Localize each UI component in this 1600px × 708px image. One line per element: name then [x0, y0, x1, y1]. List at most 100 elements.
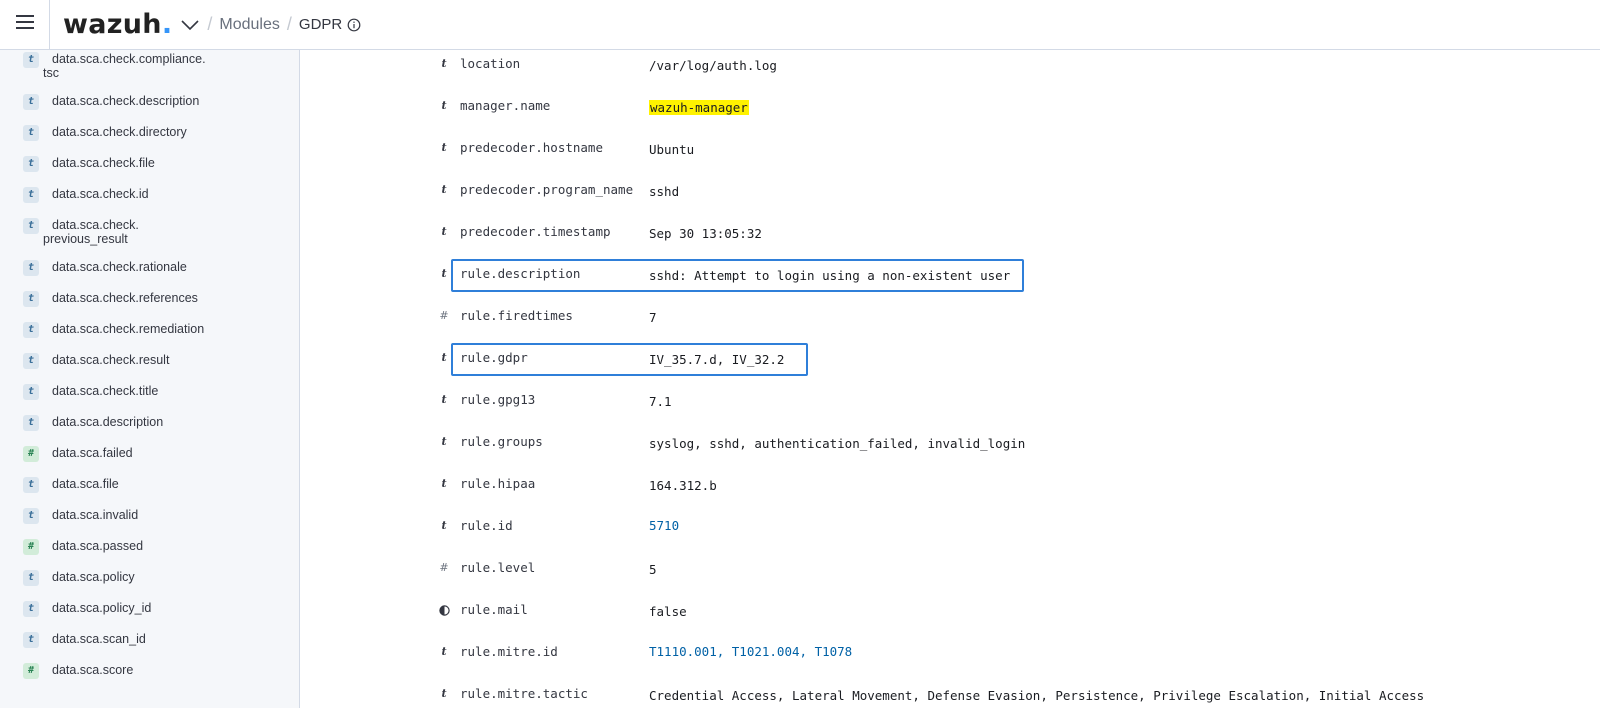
breadcrumb-separator: /: [286, 14, 292, 34]
sidebar-field-item[interactable]: t data.sca.description: [0, 415, 299, 443]
highlight-box: [451, 259, 1024, 292]
info-icon[interactable]: [347, 18, 361, 32]
breadcrumb-modules[interactable]: Modules: [219, 16, 279, 34]
sidebar-field-label: data.sca.check.file: [52, 156, 155, 170]
field-value: false: [649, 604, 687, 619]
breadcrumb-current: GDPR: [298, 16, 343, 33]
field-value: sshd: [649, 184, 680, 199]
sidebar-field-label: data.sca.check.rationale: [52, 260, 187, 274]
field-name: rule.firedtimes: [460, 308, 573, 323]
sidebar-field-item[interactable]: t data.sca.check.result: [0, 353, 299, 381]
string-field-icon: t: [23, 291, 39, 307]
sidebar-field-label: data.sca.policy: [52, 570, 135, 584]
field-row: t predecoder.program_name sshd: [300, 182, 1600, 204]
string-field-icon: t: [23, 632, 39, 648]
field-row: rule.mail false: [300, 602, 1600, 624]
string-field-icon: t: [23, 415, 39, 431]
field-name: rule.id: [460, 518, 513, 533]
sidebar-field-item[interactable]: t data.sca.check.compliance. tsc: [0, 52, 299, 92]
sidebar-field-item[interactable]: t data.sca.check.description: [0, 94, 299, 122]
sidebar-field-item[interactable]: t data.sca.check.id: [0, 187, 299, 215]
field-name: predecoder.program_name: [460, 182, 634, 197]
sidebar-field-item[interactable]: t data.sca.check. previous_result: [0, 218, 299, 258]
field-row: # rule.firedtimes 7: [300, 308, 1600, 330]
boolean-type-icon: [437, 603, 451, 619]
field-value: 7: [649, 310, 657, 325]
sidebar-field-item[interactable]: t data.sca.policy: [0, 570, 299, 598]
number-type-icon: #: [439, 561, 449, 574]
string-type-icon: t: [441, 477, 447, 490]
string-field-icon: t: [23, 570, 39, 586]
sidebar-field-item[interactable]: t data.sca.check.references: [0, 291, 299, 319]
string-field-icon: t: [23, 508, 39, 524]
field-value: 7.1: [649, 394, 672, 409]
string-type-icon: t: [441, 225, 447, 238]
sidebar-field-item[interactable]: # data.sca.failed: [0, 446, 299, 474]
number-field-icon: #: [23, 539, 39, 555]
string-type-icon: t: [441, 435, 447, 448]
field-name: predecoder.hostname: [460, 140, 603, 155]
field-row: t predecoder.timestamp Sep 30 13:05:32: [300, 224, 1600, 246]
field-list-sidebar: t data.sca.check.compliance. tsc t data.sca.…: [0, 50, 300, 708]
scrollbar[interactable]: [1593, 50, 1600, 708]
string-field-icon: t: [23, 260, 39, 276]
field-name: rule.mitre.tactic: [460, 686, 588, 701]
sidebar-field-label: data.sca.failed: [52, 446, 133, 460]
field-value: Ubuntu: [649, 142, 695, 157]
string-type-icon: t: [441, 57, 447, 70]
field-value: Sep 30 13:05:32: [649, 226, 762, 241]
string-type-icon: t: [441, 519, 447, 532]
string-field-icon: t: [23, 601, 39, 617]
sidebar-field-item[interactable]: t data.sca.check.remediation: [0, 322, 299, 350]
string-type-icon: t: [441, 183, 447, 196]
sidebar-field-item[interactable]: t data.sca.check.file: [0, 156, 299, 184]
sidebar-field-item[interactable]: t data.sca.policy_id: [0, 601, 299, 629]
sidebar-field-item[interactable]: # data.sca.passed: [0, 539, 299, 567]
menu-button[interactable]: [0, 0, 50, 49]
sidebar-field-item[interactable]: t data.sca.scan_id: [0, 632, 299, 660]
field-value-link[interactable]: T1110.001, T1021.004, T1078: [649, 644, 852, 659]
field-name: manager.name: [460, 98, 551, 113]
field-name: rule.level: [460, 560, 536, 575]
sidebar-field-item[interactable]: t data.sca.check.title: [0, 384, 299, 412]
sidebar-field-label-cont: tsc: [43, 66, 59, 80]
hamburger-icon: [15, 15, 34, 34]
field-row: t rule.hipaa 164.312.b: [300, 476, 1600, 498]
field-row: t location/var/log/auth.log: [300, 56, 1600, 78]
field-name: rule.groups: [460, 434, 543, 449]
field-value: syslog, sshd, authentication_failed, inv…: [649, 436, 1026, 451]
sidebar-field-label: data.sca.check.: [52, 218, 139, 232]
string-type-icon: t: [441, 393, 447, 406]
field-name: rule.gpg13: [460, 392, 536, 407]
sidebar-field-label: data.sca.check.title: [52, 384, 159, 398]
sidebar-field-label-cont: previous_result: [43, 232, 128, 246]
sidebar-field-label: data.sca.description: [52, 415, 164, 429]
top-header: wazuh. / Modules / GDPR: [0, 0, 1600, 50]
sidebar-field-item[interactable]: t data.sca.check.directory: [0, 125, 299, 153]
field-row: # rule.level 5: [300, 560, 1600, 582]
field-row: t manager.name wazuh-manager: [300, 98, 1600, 120]
string-field-icon: t: [23, 353, 39, 369]
sidebar-field-label: data.sca.scan_id: [52, 632, 146, 646]
sidebar-field-item[interactable]: # data.sca.score: [0, 663, 299, 691]
string-field-icon: t: [23, 384, 39, 400]
field-value: Credential Access, Lateral Movement, Def…: [649, 688, 1425, 703]
sidebar-field-label: data.sca.check.description: [52, 94, 200, 108]
field-name: rule.mail: [460, 602, 528, 617]
string-field-icon: t: [23, 52, 39, 68]
sidebar-field-label: data.sca.check.compliance.: [52, 52, 206, 66]
sidebar-field-label: data.sca.score: [52, 663, 134, 677]
sidebar-field-item[interactable]: t data.sca.check.rationale: [0, 260, 299, 288]
sidebar-field-label: data.sca.check.directory: [52, 125, 187, 139]
highlight-box: [451, 343, 808, 376]
field-value-link[interactable]: 5710: [649, 518, 679, 533]
wazuh-logo[interactable]: wazuh.: [63, 9, 172, 40]
string-type-icon: t: [441, 645, 447, 658]
field-row: t rule.groups syslog, sshd, authentication…: [300, 434, 1600, 456]
breadcrumb-separator: /: [207, 14, 213, 34]
sidebar-field-item[interactable]: t data.sca.invalid: [0, 508, 299, 536]
sidebar-field-item[interactable]: t data.sca.file: [0, 477, 299, 505]
chevron-down-icon[interactable]: [180, 19, 200, 31]
field-value: wazuh-manager: [649, 100, 749, 115]
sidebar-field-label: data.sca.check.id: [52, 187, 149, 201]
